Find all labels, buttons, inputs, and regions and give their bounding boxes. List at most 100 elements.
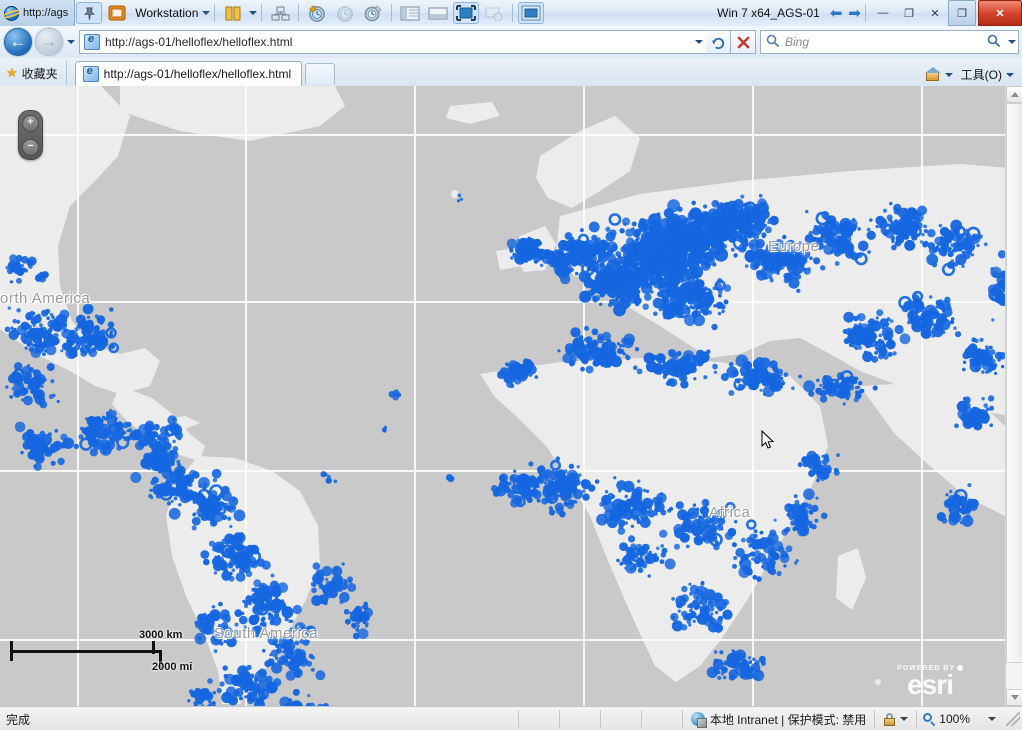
vmware-toolbar: http://ags Workstation Win 7 x64_AGS-01 … <box>0 0 1022 27</box>
star-icon: ★ <box>6 65 18 80</box>
unity-mode-icon[interactable] <box>481 2 507 24</box>
map-scale-bar: 3000 km 2000 mi <box>6 628 206 674</box>
fullscreen-icon[interactable] <box>453 2 480 24</box>
toolbar-separator <box>865 4 866 22</box>
stretch-guest-icon[interactable] <box>425 2 451 24</box>
scale-bar-line <box>10 650 162 653</box>
map-canvas[interactable]: orth America Europe Africa South America + … <box>0 86 1005 706</box>
browser-tab-0[interactable]: http://ags-01/helloflex/helloflex.html <box>74 61 303 86</box>
scale-bar-tick-start <box>10 641 13 661</box>
map-viewport[interactable]: orth America Europe Africa South America + … <box>0 86 1005 706</box>
search-input[interactable]: Bing <box>785 35 982 49</box>
browser-forward-button[interactable]: → <box>35 28 63 56</box>
scale-bar-mi-label: 2000 mi <box>152 661 193 673</box>
esri-attribution: POWERED BY esri <box>897 665 963 700</box>
esri-dot-icon <box>957 665 963 672</box>
scale-bar-km-label: 3000 km <box>139 629 183 641</box>
pin-icon[interactable] <box>76 2 103 24</box>
privacy-lock-icon <box>883 712 896 726</box>
scrollbar-track[interactable] <box>1006 103 1022 689</box>
search-dropdown-icon[interactable] <box>1008 40 1016 44</box>
search-bar[interactable]: Bing <box>760 30 1019 54</box>
toolbar-separator <box>512 4 514 22</box>
privacy-indicator[interactable] <box>874 710 916 728</box>
vmware-tab-browser[interactable]: http://ags <box>0 0 76 26</box>
new-tab-button[interactable] <box>305 63 336 84</box>
scroll-up-icon[interactable] <box>1006 86 1022 103</box>
status-text: 完成 <box>6 712 31 727</box>
ie-page-icon <box>84 33 100 50</box>
fit-guest-icon[interactable] <box>518 2 545 24</box>
status-cell <box>558 710 600 728</box>
tools-dropdown-icon[interactable] <box>1006 72 1014 77</box>
history-dropdown-icon[interactable] <box>63 28 76 56</box>
browser-tab-label: http://ags-01/helloflex/helloflex.html <box>103 67 292 81</box>
minimize-button[interactable]: — <box>870 3 896 23</box>
privacy-dropdown-icon[interactable] <box>900 717 909 721</box>
outer-close-button[interactable]: ✕ <box>978 0 1022 26</box>
browser-back-button[interactable]: ← <box>4 28 32 56</box>
browser-status-bar: 完成 本地 Intranet | 保护模式: 禁用 100% <box>0 706 1022 730</box>
toolbar-separator <box>391 4 393 22</box>
browser-navigation-bar: ← → http://ags-01/helloflex/helloflex.ht… <box>0 26 1022 58</box>
favorites-label: 收藏夹 <box>21 66 58 81</box>
zoom-dropdown-icon[interactable] <box>988 717 996 721</box>
manage-vm-icon[interactable] <box>267 2 293 24</box>
library-dropdown-icon[interactable] <box>249 11 258 15</box>
vmware-tab-label: http://ags <box>23 7 69 19</box>
intranet-zone-icon <box>690 712 707 728</box>
revert-snapshot-icon[interactable] <box>332 2 358 24</box>
snapshot-manager-icon[interactable] <box>360 2 386 24</box>
tools-menu-label[interactable]: 工具(O) <box>961 66 1002 83</box>
favorites-and-tabs-row: ★ 收藏夹 http://ags-01/helloflex/helloflex.… <box>0 58 1022 87</box>
ie-logo-icon <box>4 5 19 21</box>
security-zone-text: 本地 Intranet | 保护模式: 禁用 <box>709 712 867 727</box>
scale-bar-tick-km <box>152 641 155 654</box>
search-submit-icon[interactable] <box>987 34 1001 51</box>
close-button[interactable]: ✕ <box>922 3 948 23</box>
console-view-icon[interactable] <box>397 2 423 24</box>
toolbar-separator <box>298 4 300 22</box>
toolbar-separator <box>214 4 216 22</box>
tab-row-tools: 工具(O) <box>924 66 1022 86</box>
home-icon[interactable] <box>924 66 941 82</box>
status-cell <box>640 710 682 728</box>
library-panel-icon[interactable] <box>220 2 246 24</box>
point-feature-layer[interactable] <box>0 86 1005 706</box>
security-zone-indicator[interactable]: 本地 Intranet | 保护模式: 禁用 <box>681 710 874 728</box>
page-vertical-scrollbar[interactable] <box>1005 86 1022 706</box>
workstation-icon[interactable] <box>104 2 130 24</box>
toolbar-separator <box>261 4 263 22</box>
status-cell <box>517 710 559 728</box>
scroll-down-icon[interactable] <box>1006 689 1022 706</box>
back-arrow-icon[interactable]: ⬅ <box>830 6 843 21</box>
zoom-magnifier-icon <box>923 712 936 726</box>
forward-arrow-icon[interactable]: ➡ <box>848 6 861 21</box>
address-bar-value: http://ags-01/helloflex/helloflex.html <box>105 35 293 49</box>
status-cell <box>599 710 641 728</box>
workstation-dropdown-icon[interactable] <box>202 11 211 15</box>
ie-page-icon <box>82 65 99 82</box>
resize-grip-icon[interactable] <box>1006 712 1020 726</box>
take-snapshot-icon[interactable] <box>304 2 330 24</box>
zoom-level-control[interactable]: 100% <box>916 710 1002 728</box>
zoom-level-label: 100% <box>939 712 970 726</box>
esri-brand-label: esri <box>907 669 954 700</box>
map-zoom-control[interactable]: + − <box>18 110 43 160</box>
zoom-out-button[interactable]: − <box>22 138 39 156</box>
zoom-in-button[interactable]: + <box>22 114 39 132</box>
refresh-icon[interactable] <box>706 30 731 54</box>
vm-title: Win 7 x64_AGS-01 <box>717 6 820 20</box>
home-dropdown-icon[interactable] <box>944 72 953 77</box>
outer-restore-button[interactable]: ❐ <box>948 0 976 26</box>
favorites-button[interactable]: ★ 收藏夹 <box>0 61 67 85</box>
restore-button[interactable]: ❐ <box>896 3 922 23</box>
mouse-pointer-icon <box>761 429 775 450</box>
address-bar[interactable]: http://ags-01/helloflex/helloflex.html <box>79 30 689 54</box>
workstation-label: Workstation <box>135 6 199 20</box>
stop-icon[interactable] <box>731 30 756 54</box>
search-icon <box>766 34 780 51</box>
scrollbar-thumb[interactable] <box>1006 103 1022 663</box>
application-window: http://ags Workstation Win 7 x64_AGS-01 … <box>0 0 1022 730</box>
address-dropdown-icon[interactable] <box>689 30 706 54</box>
